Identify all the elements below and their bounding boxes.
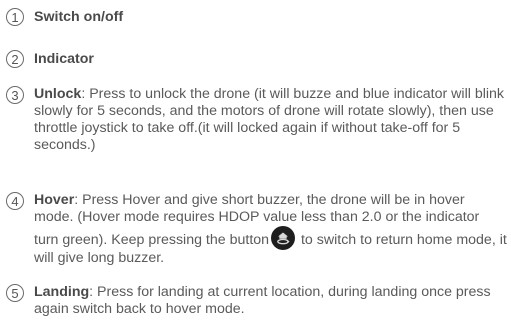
item-title: Switch on/off	[34, 9, 124, 25]
list-item-unlock: 3 Unlock: Press to unlock the drone (it …	[6, 86, 507, 154]
list-item-switch: 1 Switch on/off	[6, 8, 507, 26]
item-description: Landing: Press for landing at current lo…	[34, 284, 507, 318]
number-circle: 2	[6, 50, 24, 68]
list-item-hover: 4 Hover: Press Hover and give short buzz…	[6, 192, 507, 267]
item-body: : Press for landing at current location,…	[34, 284, 491, 317]
item-title: Landing	[34, 284, 90, 300]
item-title: Unlock	[34, 86, 82, 102]
number-circle: 4	[6, 192, 24, 210]
number-circle: 1	[6, 8, 24, 26]
item-description: Hover: Press Hover and give short buzzer…	[34, 192, 507, 267]
item-description: Unlock: Press to unlock the drone (it wi…	[34, 86, 507, 154]
item-title: Indicator	[34, 51, 94, 67]
number-circle: 5	[6, 284, 24, 302]
item-body: : Press to unlock the drone (it will buz…	[34, 86, 504, 153]
item-title: Hover	[34, 192, 75, 208]
list-item-indicator: 2 Indicator	[6, 50, 507, 68]
number-circle: 3	[6, 86, 24, 104]
list-item-landing: 5 Landing: Press for landing at current …	[6, 284, 507, 318]
return-home-icon	[271, 226, 296, 250]
